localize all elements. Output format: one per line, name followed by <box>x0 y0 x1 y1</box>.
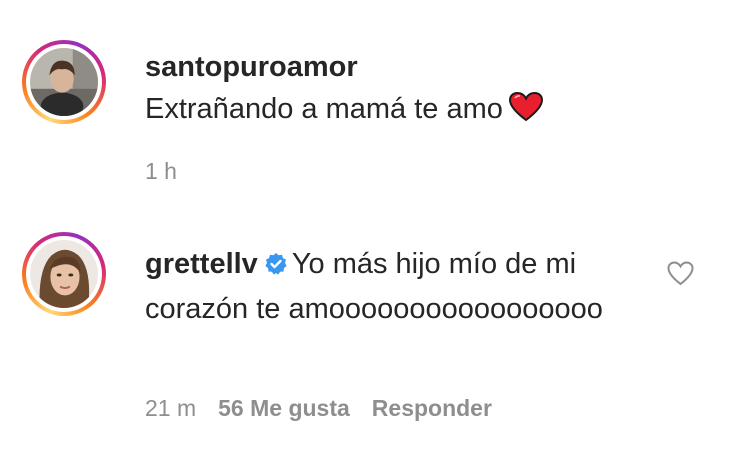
avatar-santopuroamor[interactable] <box>22 40 106 124</box>
comment-time-2[interactable]: 21 m <box>145 395 196 421</box>
comment-time-1[interactable]: 1 h <box>145 158 177 184</box>
heart-emoji-icon <box>508 91 543 134</box>
comment-message-1: Extrañando a mamá te amo <box>145 93 503 125</box>
comment-meta-2: 21 m 56 Me gusta Responder <box>145 395 514 422</box>
heart-outline-icon[interactable] <box>667 261 694 286</box>
avatar-photo <box>30 240 98 308</box>
likes-count-button[interactable]: 56 Me gusta <box>218 395 350 421</box>
comment-text-1: santopuroamor Extrañando a mamá te amo <box>145 46 705 134</box>
reply-button[interactable]: Responder <box>372 395 492 421</box>
comment-username-2[interactable]: grettellv <box>145 248 258 280</box>
comment-meta-1: 1 h <box>145 158 199 185</box>
avatar-grettellv[interactable] <box>22 232 106 316</box>
verified-badge-icon <box>264 246 288 288</box>
avatar-photo <box>30 48 98 116</box>
comment-text-2: grettellv Yo más hijo mío de mi corazón … <box>145 243 645 330</box>
comment-username-1[interactable]: santopuroamor <box>145 46 705 88</box>
